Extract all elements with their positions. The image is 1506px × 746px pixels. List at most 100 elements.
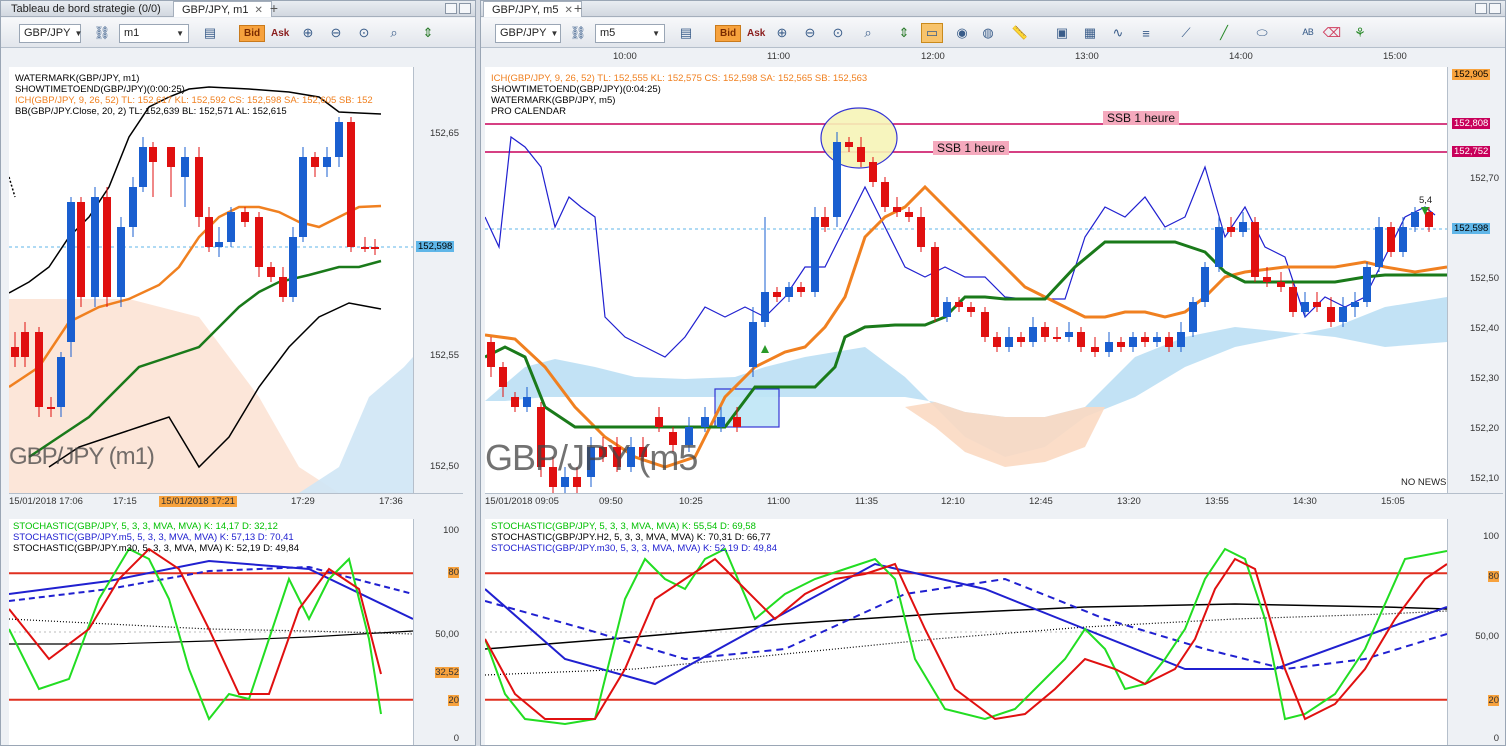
chart-type-icon[interactable]: ▤ <box>199 23 221 43</box>
vertical-line-icon[interactable]: ⇕ <box>417 23 439 43</box>
tab-gbpjpy-m5[interactable]: GBP/JPY, m5 ✕ <box>483 1 582 17</box>
left-chart-window: Tableau de bord strategie (0/0) GBP/JPY,… <box>0 0 476 746</box>
picture-icon[interactable]: ▣ <box>1051 23 1073 43</box>
right-candle <box>905 212 913 217</box>
right-tab-bar: GBP/JPY, m5 ✕ + <box>481 1 1505 17</box>
bid-button[interactable]: Bid <box>715 24 742 42</box>
left-price-axis[interactable]: 152,65 152,55 152,50 152,598 <box>413 67 463 493</box>
timeframe-select[interactable]: m5 ▼ <box>595 23 665 43</box>
left-candle <box>241 212 249 222</box>
left-stochastic-chart[interactable]: STOCHASTIC(GBP/JPY, 5, 3, 3, MVA, MVA) K… <box>9 519 413 745</box>
maximize-button[interactable] <box>459 3 471 14</box>
left-candle <box>167 147 175 167</box>
zoom-out-icon[interactable]: ⊖ <box>799 23 821 43</box>
right-stochastic-chart[interactable]: STOCHASTIC(GBP/JPY, 5, 3, 3, MVA, MVA) K… <box>485 519 1447 745</box>
time-label: 10:25 <box>679 496 703 507</box>
vertical-line-icon[interactable]: ⇕ <box>893 23 915 43</box>
symbol-select[interactable]: GBP/JPY ▼ <box>495 23 561 43</box>
eraser-icon[interactable]: ⌫ <box>1321 23 1343 43</box>
link-icon[interactable]: ⛓ <box>567 23 589 43</box>
chart-type-icon[interactable]: ▤ <box>675 23 697 43</box>
current-price-badge: 152,598 <box>416 241 455 252</box>
right-stoch-axis: 100 80 50,00 20 0 <box>1447 519 1503 745</box>
zoom-in-icon[interactable]: ⊕ <box>771 23 793 43</box>
left-candle <box>323 157 331 167</box>
fan-icon[interactable]: ⟋ <box>1175 23 1197 43</box>
template-icon[interactable]: ▦ <box>1079 23 1101 43</box>
ask-button[interactable]: Ask <box>267 26 293 41</box>
right-candle <box>499 367 507 387</box>
trendline-icon[interactable]: ╱ <box>1213 23 1235 43</box>
right-candle <box>1339 307 1347 322</box>
tree-icon[interactable]: ⚘ <box>1349 23 1371 43</box>
bid-button[interactable]: Bid <box>239 24 266 42</box>
left-candle <box>289 237 297 297</box>
zoom-in-icon[interactable]: ⊕ <box>297 23 319 43</box>
level-label: 20 <box>448 695 459 706</box>
price-label: 152,40 <box>1469 323 1499 334</box>
right-candle <box>1141 337 1149 342</box>
left-price-chart[interactable]: WATERMARK(GBP/JPY, m1) SHOWTIMETOEND(GBP/… <box>9 67 413 493</box>
indicator-legend-line: SHOWTIMETOEND(GBP/JPY)(0:04:25) <box>491 84 661 95</box>
price-label: 152,50 <box>1469 273 1499 284</box>
right-candle <box>811 217 819 292</box>
left-candle <box>77 202 85 297</box>
bollinger-upper-tail <box>9 176 16 198</box>
text-icon[interactable]: ᴬᴮ <box>1297 23 1319 43</box>
ask-button[interactable]: Ask <box>743 26 769 41</box>
tab-gbpjpy-m5-label: GBP/JPY, m5 <box>492 4 559 16</box>
right-stoch-header: STOCHASTIC(GBP/JPY, 5, 3, 3, MVA, MVA) K… <box>491 521 777 554</box>
right-price-axis[interactable]: 152,905 152,808 152,752 152,70 152,598 1… <box>1447 67 1503 493</box>
add-tab-icon[interactable]: + <box>569 1 587 17</box>
ellipse-icon[interactable]: ⬭ <box>1251 23 1273 43</box>
close-icon[interactable]: ✕ <box>254 5 262 16</box>
time-label: 14:30 <box>1293 496 1317 507</box>
symbol-select[interactable]: GBP/JPY ▼ <box>19 23 83 43</box>
level-label: 80 <box>1488 571 1499 582</box>
add-tab-icon[interactable]: + <box>265 1 283 17</box>
right-candle <box>1313 302 1321 307</box>
tab-dashboard[interactable]: Tableau de bord strategie (0/0) <box>3 1 169 17</box>
zoom-fit-icon[interactable]: ⊙ <box>353 23 375 43</box>
right-candle <box>1165 337 1173 347</box>
price-label: 152,55 <box>429 350 459 361</box>
indicator-legend-line: STOCHASTIC(GBP/JPY, 5, 3, 3, MVA, MVA) K… <box>491 521 756 532</box>
zoom-fit-icon[interactable]: ⊙ <box>827 23 849 43</box>
magnifier-icon[interactable]: ⌕ <box>857 23 879 43</box>
stoch-d-m1 <box>9 547 382 695</box>
timeframe-select[interactable]: m1 ▼ <box>119 23 189 43</box>
maximize-button[interactable] <box>1489 3 1501 14</box>
zoom-out-icon[interactable]: ⊖ <box>325 23 347 43</box>
right-candle <box>881 182 889 207</box>
ruler-icon[interactable]: 📏 <box>1009 23 1031 43</box>
globe-icon[interactable]: ◍ <box>977 23 999 43</box>
right-candle <box>1053 337 1061 339</box>
left-candle <box>311 157 319 167</box>
restore-button[interactable] <box>1475 3 1487 14</box>
time-label: 10:00 <box>613 51 637 62</box>
level-label: 100 <box>1483 531 1499 542</box>
right-toolbar: GBP/JPY ▼ ⛓ m5 ▼ ▤ Bid Ask ⊕ ⊖ ⊙ ⌕ ⇕ ▭ ◉ ◍… <box>481 18 1505 48</box>
comment-icon[interactable]: ▭ <box>921 23 943 43</box>
right-candle <box>893 207 901 212</box>
magnifier-icon[interactable]: ⌕ <box>383 23 405 43</box>
left-candle <box>35 332 43 407</box>
right-candle <box>655 417 663 427</box>
tab-gbpjpy-m1[interactable]: GBP/JPY, m1 ✕ <box>173 1 272 17</box>
ssb-price-upper: 152,808 <box>1452 118 1491 129</box>
right-price-chart[interactable]: ICH(GBP/JPY, 9, 26, 52) TL: 152,555 KL: … <box>485 67 1447 493</box>
link-icon[interactable]: ⛓ <box>91 23 113 43</box>
right-candle <box>943 302 951 317</box>
lines-icon[interactable]: ≡ <box>1135 23 1157 43</box>
left-candle <box>267 267 275 277</box>
restore-button[interactable] <box>445 3 457 14</box>
chevron-down-icon: ▼ <box>74 28 83 38</box>
indicator-legend-line: ICH(GBP/JPY, 9, 26, 52) TL: 152,555 KL: … <box>491 73 868 84</box>
eye-icon[interactable]: ◉ <box>951 23 973 43</box>
price-label: 152,30 <box>1469 373 1499 384</box>
left-candle <box>129 187 137 227</box>
left-candle <box>195 157 203 217</box>
left-candle <box>11 347 19 357</box>
indicators-icon[interactable]: ∿ <box>1107 23 1129 43</box>
left-stoch-header-lines: STOCHASTIC(GBP/JPY, 5, 3, 3, MVA, MVA) K… <box>13 521 299 554</box>
